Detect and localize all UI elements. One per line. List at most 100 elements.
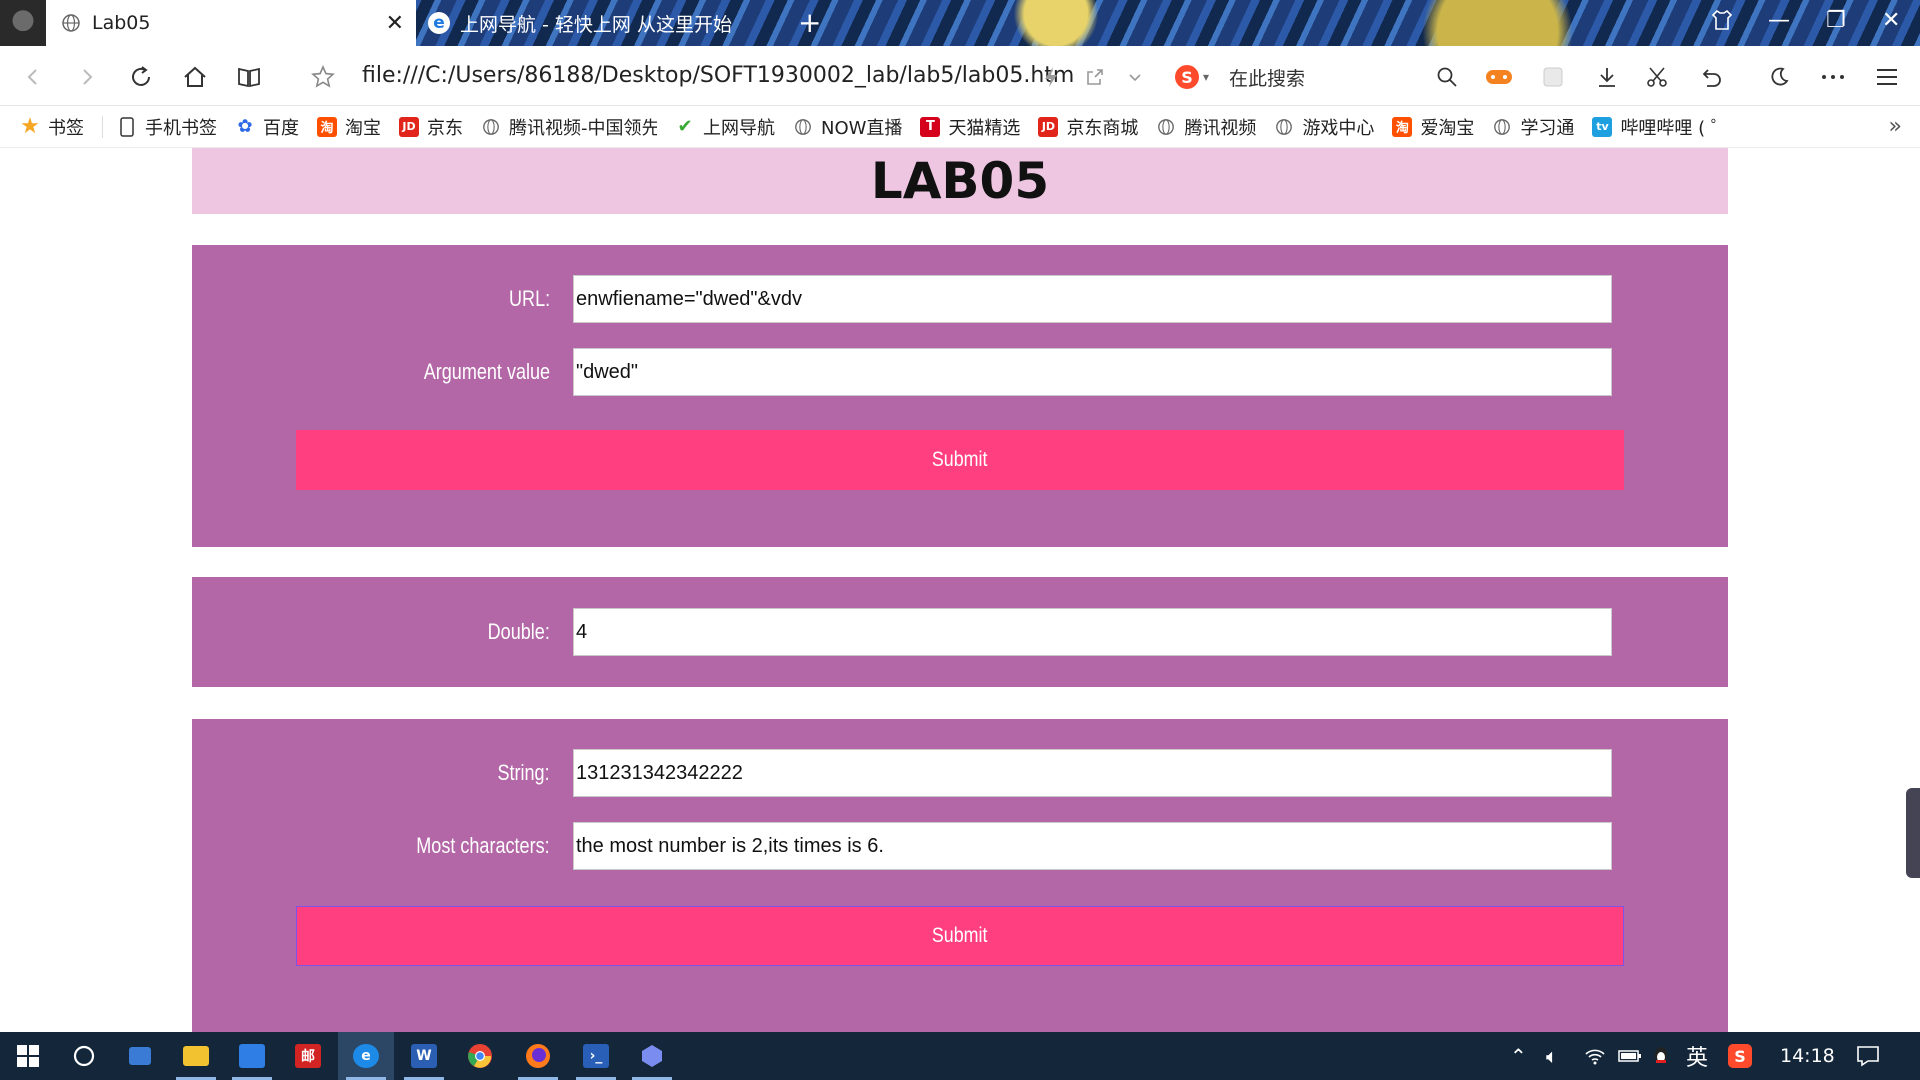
reading-mode-icon[interactable]: [232, 60, 266, 94]
more-options-icon[interactable]: [1816, 60, 1850, 94]
back-icon[interactable]: [16, 60, 50, 94]
tab-title: 上网导航 - 轻快上网 从这里开始: [460, 13, 732, 36]
calendar-app-icon[interactable]: [224, 1032, 280, 1080]
double-label: Double:: [487, 619, 550, 644]
firefox-icon[interactable]: [510, 1032, 566, 1080]
bookmark-label: 哔哩哔哩 ( ゜- ゜)つ: [1620, 117, 1718, 139]
string-input[interactable]: 131231342342222: [573, 749, 1612, 797]
url-input[interactable]: enwfiename="dwed"&vdv: [573, 275, 1612, 323]
bookmark-item[interactable]: NOW直播: [793, 114, 902, 140]
minimize-icon[interactable]: —: [1768, 8, 1790, 33]
user-avatar[interactable]: [0, 0, 46, 46]
globe-icon: [1492, 117, 1512, 137]
url-field[interactable]: file:///C:/Users/86188/Desktop/SOFT19300…: [362, 63, 1074, 88]
bookmark-item[interactable]: 腾讯视频: [1156, 114, 1256, 140]
qq-penguin-icon[interactable]: [1652, 1032, 1670, 1080]
bookmark-item[interactable]: 学习通: [1492, 114, 1574, 140]
tab-title: Lab05: [92, 12, 151, 34]
search-box[interactable]: S ▾ 在此搜索: [1175, 60, 1465, 94]
bookmark-item[interactable]: 淘 淘宝: [317, 114, 381, 140]
tab-lab05[interactable]: Lab05 ✕: [46, 0, 416, 46]
task-view-icon[interactable]: [112, 1032, 168, 1080]
download-icon[interactable]: [1590, 60, 1624, 94]
bookmark-item[interactable]: 淘 爱淘宝: [1392, 114, 1474, 140]
string-label: String:: [497, 760, 550, 785]
bookmark-item[interactable]: 手机书签: [117, 114, 217, 140]
ime-indicator[interactable]: 英: [1686, 1032, 1708, 1080]
engine-dropdown-icon[interactable]: ▾: [1203, 70, 1209, 84]
bookmark-item[interactable]: JD 京东商城: [1038, 114, 1138, 140]
argument-input[interactable]: "dwed": [573, 348, 1612, 396]
clock[interactable]: 14:18: [1780, 1032, 1835, 1080]
powershell-icon[interactable]: ›_: [568, 1032, 624, 1080]
submit-button[interactable]: Submit: [296, 430, 1624, 490]
word-app-icon[interactable]: W: [396, 1032, 452, 1080]
url-form-panel: URL: enwfiename="dwed"&vdv Argument valu…: [192, 245, 1728, 547]
night-mode-moon-icon[interactable]: [1762, 60, 1796, 94]
bookmark-item[interactable]: ✿ 百度: [235, 114, 299, 140]
bookmark-label: 百度: [263, 117, 299, 139]
bookmark-label: 腾讯视频: [1184, 117, 1257, 139]
lightning-icon[interactable]: [1034, 60, 1068, 94]
taobao-icon: 淘: [317, 116, 337, 137]
menu-icon[interactable]: [1870, 60, 1904, 94]
bookmark-item[interactable]: ✔ 上网导航: [675, 114, 775, 140]
globe-icon: [481, 117, 501, 137]
bookmark-item[interactable]: ★ 书签: [20, 114, 84, 140]
new-tab-icon[interactable]: +: [798, 6, 821, 39]
string-form-panel: String: 131231342342222 Most characters:…: [192, 719, 1728, 1032]
undo-icon[interactable]: [1694, 60, 1728, 94]
hao-icon: ✔: [677, 116, 693, 137]
sogou-search-engine-icon[interactable]: S: [1175, 65, 1199, 89]
bookmark-item[interactable]: 腾讯视频-中国领先: [481, 114, 657, 140]
bookmark-label: 上网导航: [703, 117, 775, 139]
submit-button[interactable]: Submit: [296, 906, 1624, 966]
browser-app-icon[interactable]: e: [338, 1032, 394, 1080]
home-icon[interactable]: [178, 60, 212, 94]
bookmark-label: 书签: [48, 117, 84, 139]
windows-start-icon[interactable]: [0, 1032, 56, 1080]
globe-icon: [60, 12, 82, 34]
most-characters-output[interactable]: the most number is 2,its times is 6.: [573, 822, 1612, 870]
page-title: LAB05: [192, 148, 1728, 214]
share-icon[interactable]: [1078, 60, 1112, 94]
app-icon[interactable]: [624, 1032, 680, 1080]
scissors-icon[interactable]: [1640, 60, 1674, 94]
bookmark-label: 淘宝: [345, 117, 381, 139]
cortana-search-icon[interactable]: [56, 1032, 112, 1080]
shirt-skin-icon[interactable]: [1710, 8, 1734, 38]
ie-icon: e: [428, 12, 450, 34]
bookmark-label: 爱淘宝: [1420, 117, 1475, 139]
close-tab-icon[interactable]: ✕: [386, 11, 404, 36]
search-icon[interactable]: [1430, 60, 1464, 94]
close-window-icon[interactable]: ✕: [1882, 8, 1900, 33]
bookmark-label: 学习通: [1520, 117, 1575, 139]
chevron-down-icon[interactable]: [1118, 60, 1152, 94]
refresh-icon[interactable]: [124, 60, 158, 94]
bookmark-item[interactable]: T 天猫精选: [920, 114, 1020, 140]
most-characters-row: Most characters: the most number is 2,it…: [192, 822, 1728, 870]
tab-hao-nav[interactable]: e 上网导航 - 轻快上网 从这里开始: [418, 0, 788, 46]
side-panel-handle[interactable]: [1906, 788, 1920, 878]
favorite-star-icon[interactable]: [306, 60, 340, 94]
double-input[interactable]: 4: [573, 608, 1612, 656]
bookmark-item[interactable]: 游戏中心: [1274, 114, 1374, 140]
chrome-icon[interactable]: [452, 1032, 508, 1080]
wifi-icon[interactable]: [1584, 1032, 1606, 1080]
restore-icon[interactable]: ❐: [1826, 8, 1846, 33]
argument-row: Argument value "dwed": [192, 348, 1728, 396]
sogou-input-icon[interactable]: S: [1728, 1032, 1752, 1080]
forward-icon[interactable]: [70, 60, 104, 94]
bookmark-item[interactable]: tv 哔哩哔哩 ( ゜- ゜)つ: [1592, 114, 1718, 140]
most-characters-label: Most characters:: [416, 833, 550, 858]
more-bookmarks-icon[interactable]: »: [1889, 114, 1902, 139]
game-controller-icon[interactable]: [1482, 60, 1516, 94]
battery-icon[interactable]: [1618, 1032, 1642, 1080]
bookmark-item[interactable]: JD 京东: [399, 114, 463, 140]
volume-icon[interactable]: 🔈︎: [1546, 1032, 1558, 1080]
extension-icon[interactable]: [1536, 60, 1570, 94]
mail-app-icon[interactable]: 邮: [280, 1032, 336, 1080]
notification-center-icon[interactable]: [1856, 1032, 1880, 1080]
file-explorer-icon[interactable]: [168, 1032, 224, 1080]
show-hidden-icons-chevron-icon[interactable]: ⌃: [1510, 1032, 1527, 1080]
